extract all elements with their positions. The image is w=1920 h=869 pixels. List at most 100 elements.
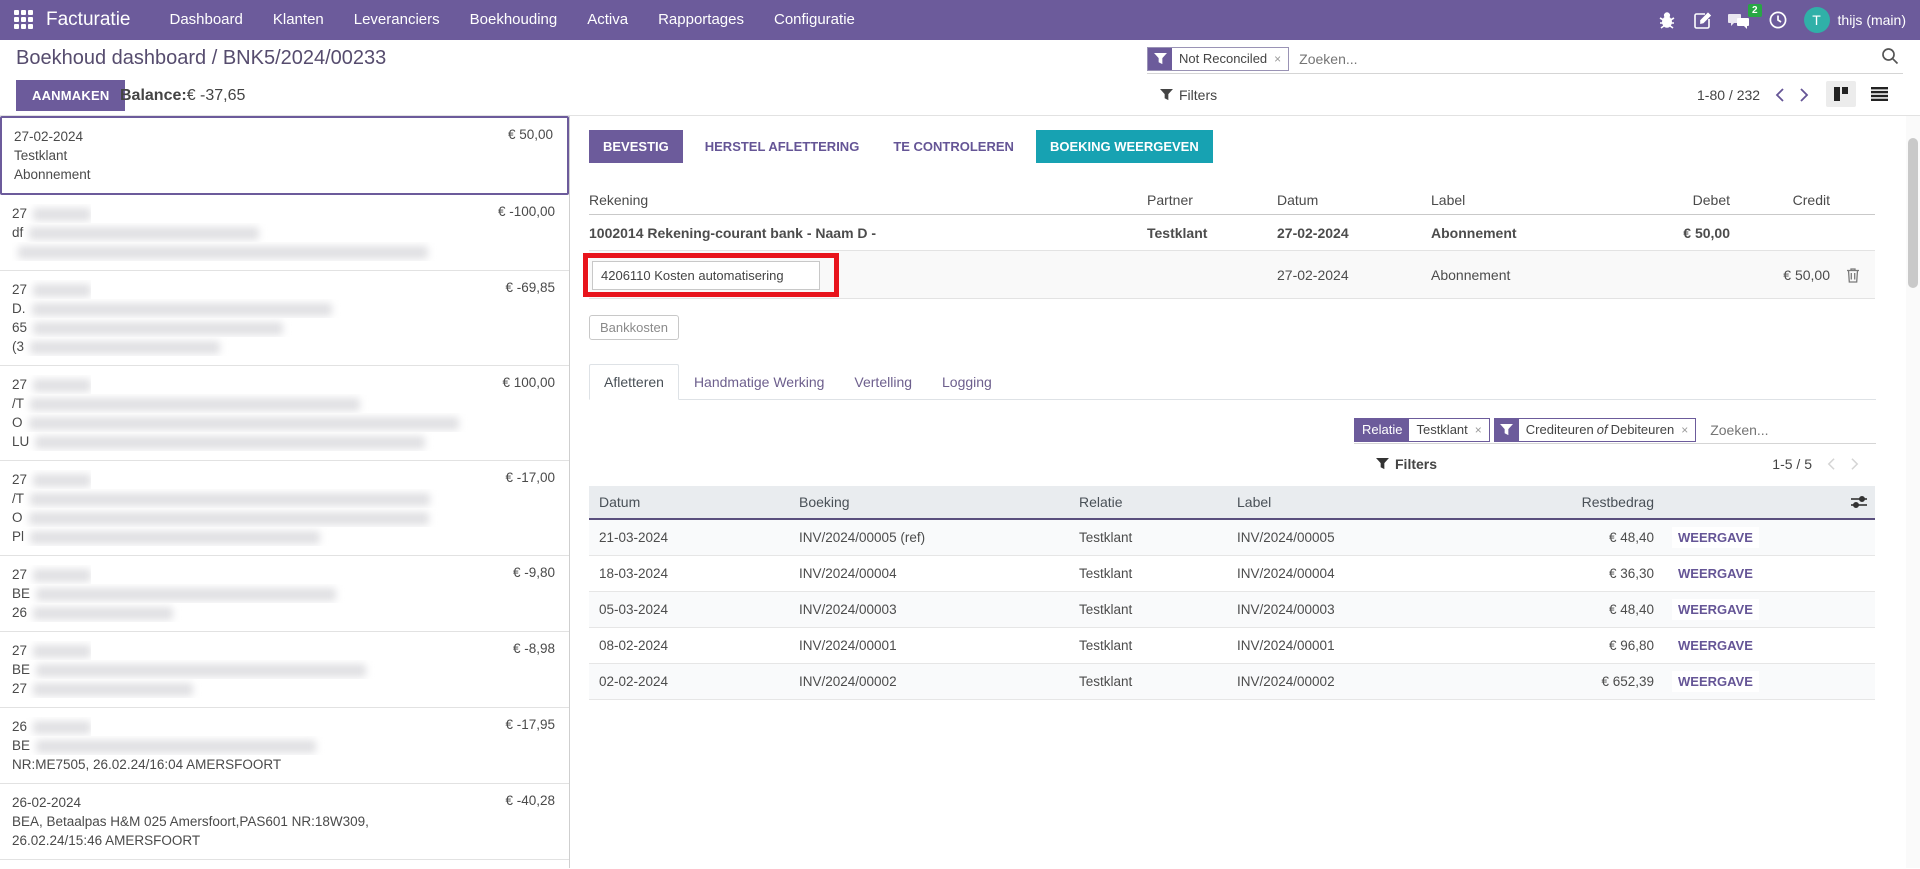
facet-value: Not Reconciled [1179,51,1267,66]
aflet-search-input[interactable] [1700,422,1901,438]
redacted-text [36,588,336,601]
weergave-button[interactable]: WEERGAVE [1672,563,1759,584]
statement-line[interactable]: 27€ -9,80BE26 [0,556,569,632]
pager-prev-icon[interactable] [1774,87,1785,103]
list-view-icon[interactable] [1864,82,1895,106]
statement-line-text: BE [12,736,555,755]
messages-icon[interactable]: 2 [1728,11,1752,30]
funnel-icon [1160,89,1173,101]
nav-menu: DashboardKlantenLeveranciersBoekhoudingA… [154,0,869,40]
facet-remove-icon[interactable]: × [1681,423,1688,437]
facet-remove-icon[interactable]: × [1274,52,1281,66]
column-options-icon[interactable] [1789,495,1875,509]
account-cell: 1002014 Rekening-courant bank - Naam D - [589,225,1147,241]
statement-line[interactable]: 27€ -17,00/TOPl [0,461,569,556]
redacted-text [33,607,173,620]
aflet-pager: 1-5 / 5 [1772,456,1860,472]
tab-afletteren[interactable]: Afletteren [589,364,679,400]
statement-line-text: 26.02.24/15:46 AMERSFOORT [12,831,555,850]
statement-line-amount: € -17,95 [505,717,555,732]
user-menu[interactable]: thijs (main) [1838,12,1906,28]
tab-vertelling[interactable]: Vertelling [839,364,927,400]
statement-line-text: D. [12,299,555,318]
recon-table-header: Rekening Partner Datum Label Debet Credi… [589,185,1875,215]
activities-clock-icon[interactable] [1768,10,1788,30]
statement-line[interactable]: 27-02-2024€ 50,00TestklantAbonnement [0,116,569,195]
reset-reconciliation-button[interactable]: HERSTEL AFLETTERING [693,130,872,163]
filters-toggle[interactable]: Filters [1160,87,1217,103]
weergave-button[interactable]: WEERGAVE [1672,527,1759,548]
cell-amount: € 48,40 [1499,530,1654,545]
statement-line[interactable]: 26€ -17,95BENR:ME7505, 26.02.24/16:04 AM… [0,708,569,784]
recon-counterpart-row[interactable]: 27-02-2024 Abonnement € 50,00 [589,251,1875,299]
funnel-icon [1376,458,1389,470]
nav-item-klanten[interactable]: Klanten [258,0,339,40]
statement-line[interactable]: 27€ -8,98BE27 [0,632,569,708]
aflet-table-row[interactable]: 18-03-2024INV/2024/00004TestklantINV/202… [589,556,1875,592]
view-switcher [1826,81,1895,107]
nav-item-boekhouding[interactable]: Boekhouding [455,0,573,40]
aflet-table-row[interactable]: 02-02-2024INV/2024/00002TestklantINV/202… [589,664,1875,700]
nav-item-configuratie[interactable]: Configuratie [759,0,870,40]
cell-partner: Testklant [1069,566,1227,581]
weergave-button[interactable]: WEERGAVE [1672,599,1759,620]
search-input[interactable] [1289,51,1881,67]
aflet-table-row[interactable]: 21-03-2024INV/2024/00005 (ref)TestklantI… [589,520,1875,556]
aflet-filters-toggle[interactable]: Filters [1376,456,1437,472]
aflet-table-row[interactable]: 08-02-2024INV/2024/00001TestklantINV/202… [589,628,1875,664]
col-datum: Datum [1277,192,1431,208]
cell-partner: Testklant [1069,638,1227,653]
debug-bug-icon[interactable] [1657,10,1677,30]
search-icon[interactable] [1881,47,1899,70]
statement-line-text: Abonnement [14,165,553,184]
breadcrumb[interactable]: Boekhoud dashboard / BNK5/2024/00233 [16,47,386,70]
delete-line-trash-icon[interactable] [1830,267,1875,283]
statement-line[interactable]: 27€ -100,00df [0,195,569,271]
weergave-button[interactable]: WEERGAVE [1672,671,1759,692]
account-input[interactable] [592,261,820,290]
view-move-button[interactable]: BOEKING WEERGEVEN [1036,130,1213,163]
cell-date: 02-02-2024 [589,674,789,689]
tab-handmatige-werking[interactable]: Handmatige Werking [679,364,839,400]
date-cell: 27-02-2024 [1277,225,1431,241]
statement-line[interactable]: 27€ 100,00/TOLU [0,366,569,461]
statement-line-date: 27 [12,470,91,489]
statement-line-amount: € -69,85 [505,280,555,295]
redacted-text [33,322,283,335]
pager-prev-icon[interactable] [1826,457,1836,471]
pager-next-icon[interactable] [1850,457,1860,471]
cell-partner: Testklant [1069,530,1227,545]
scrollbar-track[interactable] [1906,116,1920,868]
app-brand[interactable]: Facturatie [46,9,130,31]
redacted-text [33,683,193,696]
apps-grid-icon[interactable] [14,10,34,30]
statement-line[interactable]: 27€ -69,85D.65(3 [0,271,569,366]
user-avatar[interactable]: T [1804,7,1830,33]
tab-logging[interactable]: Logging [927,364,1007,400]
weergave-button[interactable]: WEERGAVE [1672,635,1759,656]
scrollbar-thumb[interactable] [1908,138,1918,288]
statement-line-text: 27 [12,679,555,698]
nav-item-rapportages[interactable]: Rapportages [643,0,759,40]
validate-button[interactable]: BEVESTIG [589,130,683,163]
statement-line-date: 26 [12,717,91,736]
nav-item-activa[interactable]: Activa [572,0,643,40]
statement-line[interactable]: 26-02-2024€ -60,61 [0,860,569,868]
filter-funnel-icon [1495,419,1519,441]
statement-line[interactable]: 26-02-2024€ -40,28BEA, Betaalpas H&M 025… [0,784,569,860]
statement-line-date: 27 [12,375,91,394]
to-check-button[interactable]: TE CONTROLEREN [881,130,1026,163]
facet-remove-icon[interactable]: × [1475,423,1482,437]
kanban-view-icon[interactable] [1826,81,1856,107]
filter-funnel-icon [1148,48,1172,70]
recon-liquidity-row[interactable]: 1002014 Rekening-courant bank - Naam D -… [589,215,1875,251]
cell-date: 21-03-2024 [589,530,789,545]
create-button[interactable]: AANMAKEN [16,80,125,111]
compose-edit-icon[interactable] [1693,11,1712,30]
suggestion-chip-bankkosten[interactable]: Bankkosten [589,315,679,340]
statement-line-amount: € 100,00 [502,375,555,390]
pager-next-icon[interactable] [1799,87,1810,103]
nav-item-dashboard[interactable]: Dashboard [154,0,257,40]
nav-item-leveranciers[interactable]: Leveranciers [339,0,455,40]
aflet-table-row[interactable]: 05-03-2024INV/2024/00003TestklantINV/202… [589,592,1875,628]
